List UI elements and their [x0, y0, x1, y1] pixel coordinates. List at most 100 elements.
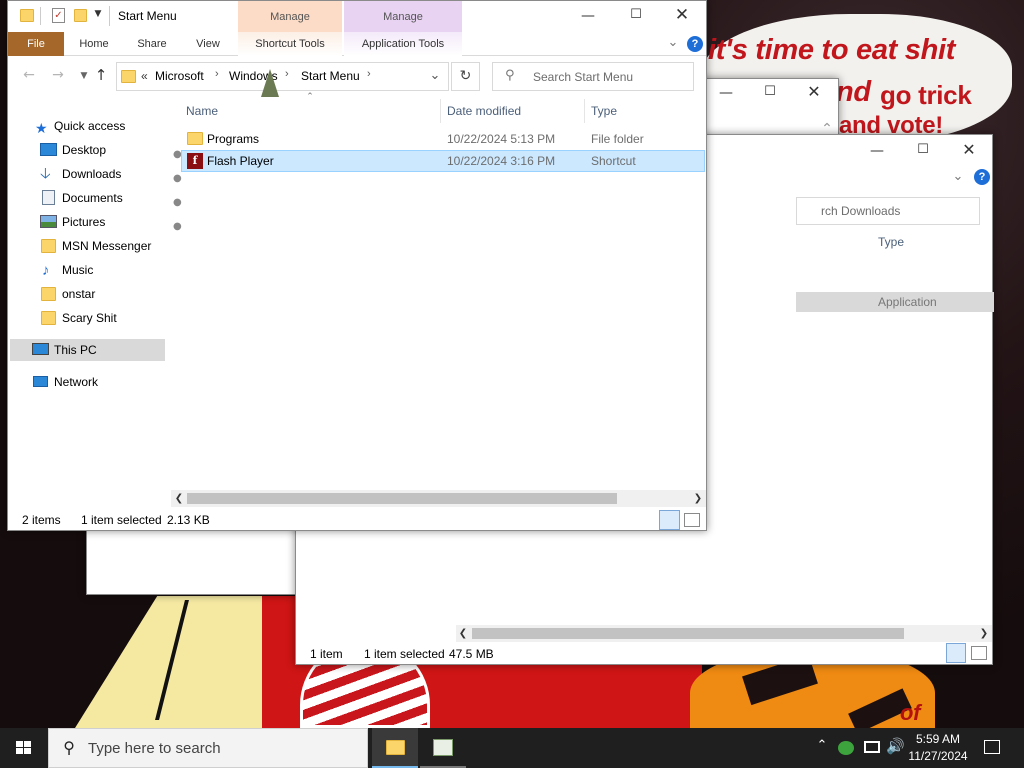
taskbar-search-input[interactable]: Type here to search [88, 740, 221, 757]
folder-icon [187, 132, 203, 145]
file-row-programs[interactable]: Programs 10/22/2024 5:13 PM File folder [181, 128, 705, 150]
address-dropdown-icon[interactable]: ⌄ [425, 68, 445, 83]
search-input[interactable]: rch Downloads [796, 197, 980, 225]
scroll-left-icon[interactable]: ❮ [457, 625, 469, 642]
properties-icon[interactable]: ✓ [52, 8, 65, 23]
cursor-icon [261, 69, 279, 97]
scroll-right-icon[interactable]: ❯ [978, 625, 990, 642]
tab-application-tools[interactable]: Application Tools [344, 32, 462, 56]
tab-file[interactable]: File [8, 32, 64, 56]
scroll-right-icon[interactable]: ❯ [692, 490, 704, 507]
taskbar-file-explorer-button[interactable] [372, 728, 418, 768]
nav-quick-access[interactable]: ★ Quick access [33, 115, 125, 137]
taskbar-search-box[interactable]: ⚲ Type here to search [48, 728, 368, 768]
close-button[interactable]: ✕ [667, 5, 697, 25]
nav-label: Documents [62, 191, 123, 205]
column-header-type[interactable]: Type [591, 101, 617, 121]
refresh-button[interactable]: ↻ [451, 62, 480, 91]
messenger-tray-icon[interactable] [838, 741, 854, 755]
quick-access-toolbar-dropdown-icon[interactable]: ▼ [92, 9, 104, 19]
search-box[interactable]: ⚲ Search Start Menu [492, 62, 694, 91]
details-view-icon[interactable] [946, 643, 966, 663]
star-icon: ★ [35, 120, 48, 136]
large-icons-view-icon[interactable] [684, 513, 700, 527]
maximize-button[interactable]: ☐ [755, 84, 785, 99]
horizontal-scrollbar[interactable]: ❮ ❯ [171, 490, 706, 507]
nav-this-pc[interactable]: This PC [10, 339, 165, 361]
clock-date[interactable]: 11/27/2024 [904, 749, 972, 763]
scrollbar-thumb[interactable] [187, 493, 617, 504]
status-item-count: 1 item [310, 647, 343, 661]
tab-view[interactable]: View [184, 32, 232, 56]
manage-application-tools-header[interactable]: Manage [344, 1, 462, 32]
clock-time[interactable]: 5:59 AM [908, 732, 968, 746]
breadcrumb-microsoft[interactable]: Microsoft [155, 69, 204, 83]
nav-item-pictures[interactable]: Pictures ● [33, 211, 182, 233]
column-header-date-modified[interactable]: Date modified [447, 101, 521, 121]
expand-ribbon-icon[interactable]: ⌄ [664, 35, 682, 50]
network-tray-icon[interactable] [864, 741, 880, 753]
new-folder-icon[interactable] [74, 9, 87, 22]
breadcrumb-overflow[interactable]: « [141, 69, 148, 83]
pin-icon[interactable]: ● [173, 216, 182, 238]
tab-share[interactable]: Share [128, 32, 176, 56]
tab-home[interactable]: Home [70, 32, 118, 56]
nav-item-scary-shit[interactable]: Scary Shit [33, 307, 117, 329]
minimize-button[interactable]: — [862, 143, 892, 159]
close-button[interactable]: ✕ [954, 140, 984, 159]
maximize-button[interactable]: ☐ [908, 142, 938, 157]
show-hidden-icons-chevron-icon[interactable]: ⌃ [814, 738, 830, 753]
forward-arrow-icon[interactable]: → [49, 67, 67, 83]
column-header-type[interactable]: Type [878, 235, 904, 249]
details-view-icon[interactable] [659, 510, 680, 530]
folder-icon [121, 70, 136, 83]
nav-label: Desktop [62, 143, 107, 157]
nav-item-documents[interactable]: Documents ● [33, 187, 182, 209]
large-icons-view-icon[interactable] [971, 646, 987, 660]
search-icon: ⚲ [63, 738, 75, 757]
help-icon[interactable]: ? [974, 169, 990, 185]
minimize-button[interactable]: — [573, 8, 603, 24]
download-arrow-icon: 🡣 [40, 165, 51, 182]
search-input[interactable]: Search Start Menu [533, 70, 633, 84]
nav-item-desktop[interactable]: Desktop ● [33, 139, 182, 161]
title-bar[interactable]: ✓ ▼ Start Menu Manage Manage — ☐ ✕ [8, 1, 706, 32]
column-divider[interactable] [440, 99, 441, 123]
file-explorer-window[interactable]: ✓ ▼ Start Menu Manage Manage — ☐ ✕ File … [7, 0, 707, 531]
recent-locations-chevron-icon[interactable]: ▼ [78, 71, 90, 81]
nav-item-downloads[interactable]: 🡣 Downloads ● [33, 163, 182, 185]
back-arrow-icon[interactable]: ← [20, 67, 38, 83]
help-icon[interactable]: ? [687, 36, 703, 52]
navigation-pane: ★ Quick access Desktop ● 🡣 Downloads ● D… [8, 113, 182, 413]
start-button[interactable] [0, 728, 48, 768]
pin-icon[interactable]: ● [173, 192, 182, 214]
horizontal-scrollbar[interactable]: ❮ ❯ [456, 625, 992, 642]
column-header-name[interactable]: Name [186, 101, 218, 121]
scroll-left-icon[interactable]: ❮ [173, 490, 185, 507]
nav-network[interactable]: Network [33, 371, 98, 393]
file-row-flash-player[interactable]: f Flash Player 10/22/2024 3:16 PM Shortc… [181, 150, 705, 172]
manage-shortcut-tools-header[interactable]: Manage [238, 1, 342, 32]
nav-item-onstar[interactable]: onstar [33, 283, 95, 305]
maximize-button[interactable]: ☐ [621, 7, 651, 22]
breadcrumb-start-menu[interactable]: Start Menu [301, 69, 360, 83]
volume-icon[interactable]: 🔊 [886, 737, 905, 755]
taskbar-app-button[interactable] [420, 728, 466, 768]
manage-label: Manage [383, 11, 423, 23]
nav-item-msn-messenger[interactable]: MSN Messenger [33, 235, 151, 257]
action-center-icon[interactable] [984, 740, 1000, 754]
chevron-down-icon[interactable]: ⌄ [948, 169, 968, 184]
wallpaper-corner-text: of [900, 700, 921, 725]
minimize-button[interactable]: — [711, 85, 741, 101]
close-button[interactable]: ✕ [799, 82, 829, 101]
tab-shortcut-tools[interactable]: Shortcut Tools [238, 32, 342, 56]
file-date: 10/22/2024 3:16 PM [447, 154, 556, 168]
column-divider[interactable] [584, 99, 585, 123]
file-name[interactable]: Programs [207, 128, 259, 150]
up-arrow-icon[interactable]: ↑ [93, 66, 109, 84]
network-icon [33, 376, 48, 387]
nav-item-music[interactable]: ♪ Music [33, 259, 93, 281]
file-name[interactable]: Flash Player [207, 150, 274, 172]
address-bar[interactable]: « Microsoft › Windows › Start Menu › ⌄ [116, 62, 449, 91]
scrollbar-thumb[interactable] [472, 628, 904, 639]
